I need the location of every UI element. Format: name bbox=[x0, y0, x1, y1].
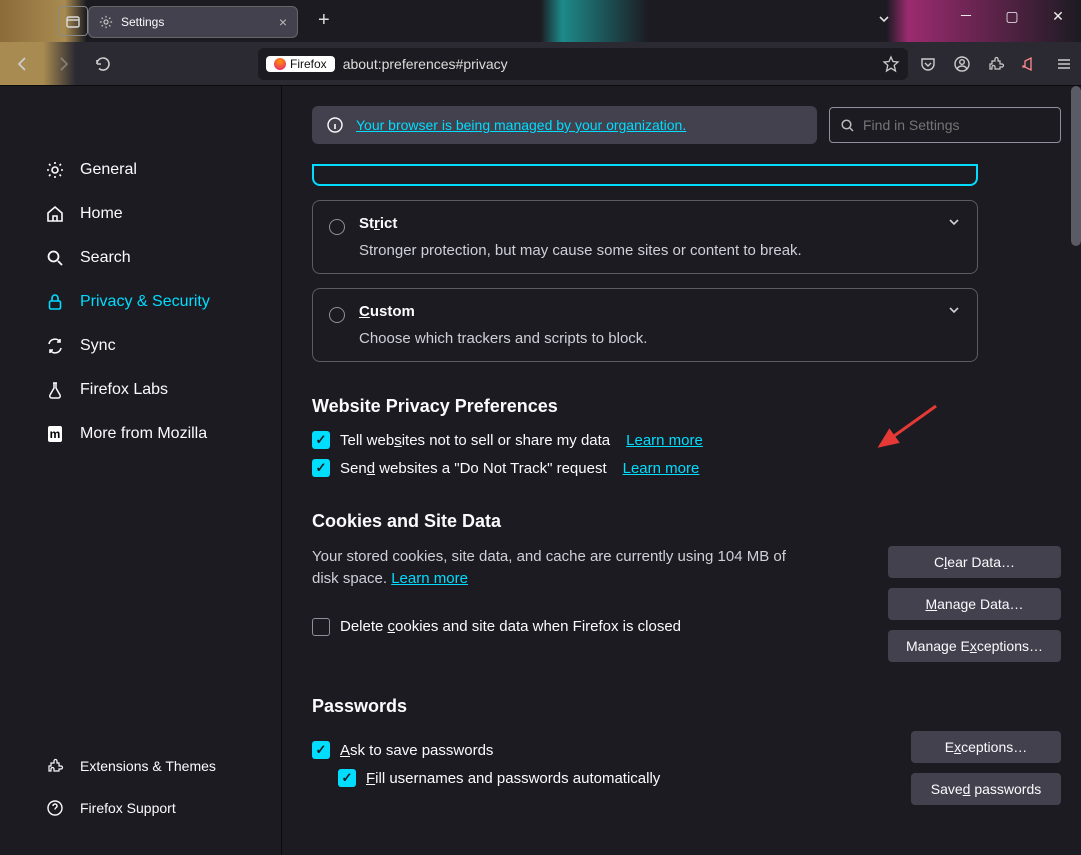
checkbox-label: Delete cookies and site data when Firefo… bbox=[340, 618, 681, 635]
sidebar-label: Home bbox=[80, 205, 123, 223]
chevron-down-icon[interactable] bbox=[947, 215, 961, 229]
url-input[interactable] bbox=[343, 56, 874, 72]
checkbox-label: Send websites a "Do Not Track" request bbox=[340, 460, 607, 477]
clock-arrow-icon bbox=[65, 13, 81, 29]
whatsnew-button[interactable] bbox=[1021, 55, 1039, 73]
identity-label: Firefox bbox=[290, 57, 327, 71]
checkbox-delete-on-close[interactable] bbox=[312, 618, 330, 636]
mozilla-icon: m bbox=[44, 426, 66, 442]
password-exceptions-button[interactable]: Exceptions… bbox=[911, 731, 1061, 763]
sidebar-item-labs[interactable]: Firefox Labs bbox=[30, 370, 281, 410]
settings-main: Your browser is being managed by your or… bbox=[282, 86, 1081, 855]
strict-desc: Stronger protection, but may cause some … bbox=[359, 242, 959, 259]
firefox-icon bbox=[274, 58, 286, 70]
sync-icon bbox=[44, 336, 66, 356]
recent-history-button[interactable] bbox=[58, 6, 88, 36]
lock-icon bbox=[44, 292, 66, 312]
cookies-heading: Cookies and Site Data bbox=[312, 511, 1061, 532]
new-tab-button[interactable]: + bbox=[318, 9, 330, 32]
sidebar-item-home[interactable]: Home bbox=[30, 194, 281, 234]
tracking-standard-card-bottom[interactable] bbox=[312, 164, 978, 186]
custom-title: Custom bbox=[359, 303, 959, 320]
sidebar-label: Privacy & Security bbox=[80, 293, 210, 311]
info-icon bbox=[326, 116, 344, 134]
sidebar-label: Firefox Labs bbox=[80, 381, 168, 399]
settings-sidebar: General Home Search Privacy & Security S… bbox=[0, 86, 282, 855]
learn-more-link[interactable]: Learn more bbox=[626, 432, 703, 449]
checkbox-label: Fill usernames and passwords automatical… bbox=[366, 770, 660, 787]
strict-title: Strict bbox=[359, 215, 959, 232]
sidebar-label: Extensions & Themes bbox=[80, 758, 216, 774]
tab-title: Settings bbox=[121, 15, 164, 29]
window-controls: － ▢ ✕ bbox=[943, 0, 1081, 32]
search-icon bbox=[44, 248, 66, 268]
manage-exceptions-button[interactable]: Manage Exceptions… bbox=[888, 630, 1061, 662]
back-button[interactable] bbox=[8, 49, 38, 79]
account-button[interactable] bbox=[953, 55, 971, 73]
checkbox-do-not-sell[interactable]: ✓ bbox=[312, 431, 330, 449]
tabs-dropdown-button[interactable] bbox=[877, 12, 891, 26]
identity-firefox-chip[interactable]: Firefox bbox=[266, 56, 335, 72]
titlebar: Settings × + － ▢ ✕ bbox=[0, 0, 1081, 42]
tab-close-button[interactable]: × bbox=[279, 14, 287, 30]
checkbox-label: Ask to save passwords bbox=[340, 742, 493, 759]
sidebar-label: Firefox Support bbox=[80, 800, 176, 816]
url-bar[interactable]: Firefox bbox=[258, 48, 908, 80]
radio-strict[interactable] bbox=[329, 219, 345, 235]
app-menu-button[interactable] bbox=[1055, 55, 1073, 73]
checkbox-ask-save-passwords[interactable]: ✓ bbox=[312, 741, 330, 759]
nav-toolbar: Firefox bbox=[0, 42, 1081, 86]
checkbox-autofill-passwords[interactable]: ✓ bbox=[338, 769, 356, 787]
sidebar-item-general[interactable]: General bbox=[30, 150, 281, 190]
puzzle-icon bbox=[44, 757, 66, 775]
settings-search-input[interactable] bbox=[863, 117, 1050, 133]
checkbox-do-not-track[interactable]: ✓ bbox=[312, 459, 330, 477]
wpp-heading: Website Privacy Preferences bbox=[312, 396, 1061, 417]
sidebar-item-privacy[interactable]: Privacy & Security bbox=[30, 282, 281, 322]
maximize-button[interactable]: ▢ bbox=[989, 0, 1035, 32]
pocket-button[interactable] bbox=[919, 55, 937, 73]
sidebar-label: Sync bbox=[80, 337, 116, 355]
gear-icon bbox=[99, 15, 113, 29]
minimize-button[interactable]: － bbox=[943, 0, 989, 32]
reload-button[interactable] bbox=[88, 49, 118, 79]
clear-data-button[interactable]: Clear Data… bbox=[888, 546, 1061, 578]
radio-custom[interactable] bbox=[329, 307, 345, 323]
settings-search[interactable] bbox=[829, 107, 1061, 143]
search-icon bbox=[840, 118, 855, 133]
org-managed-notice: Your browser is being managed by your or… bbox=[312, 106, 817, 144]
close-window-button[interactable]: ✕ bbox=[1035, 0, 1081, 32]
sidebar-item-support[interactable]: Firefox Support bbox=[30, 791, 251, 825]
manage-data-button[interactable]: Manage Data… bbox=[888, 588, 1061, 620]
sidebar-label: General bbox=[80, 161, 137, 179]
flask-icon bbox=[44, 380, 66, 400]
sidebar-label: More from Mozilla bbox=[80, 425, 207, 443]
sidebar-item-extensions[interactable]: Extensions & Themes bbox=[30, 749, 251, 783]
custom-desc: Choose which trackers and scripts to blo… bbox=[359, 330, 959, 347]
chevron-down-icon[interactable] bbox=[947, 303, 961, 317]
sidebar-item-search[interactable]: Search bbox=[30, 238, 281, 278]
saved-passwords-button[interactable]: Saved passwords bbox=[911, 773, 1061, 805]
help-icon bbox=[44, 799, 66, 817]
cookies-desc: Your stored cookies, site data, and cach… bbox=[312, 546, 812, 590]
learn-more-link[interactable]: Learn more bbox=[391, 570, 468, 587]
sidebar-label: Search bbox=[80, 249, 131, 267]
gear-icon bbox=[44, 160, 66, 180]
sidebar-item-sync[interactable]: Sync bbox=[30, 326, 281, 366]
forward-button[interactable] bbox=[48, 49, 78, 79]
tracking-strict-card[interactable]: Strict Stronger protection, but may caus… bbox=[312, 200, 978, 274]
sidebar-item-mozilla[interactable]: m More from Mozilla bbox=[30, 414, 281, 454]
checkbox-label: Tell websites not to sell or share my da… bbox=[340, 432, 610, 449]
home-icon bbox=[44, 204, 66, 224]
passwords-heading: Passwords bbox=[312, 696, 1061, 717]
tab-settings[interactable]: Settings × bbox=[88, 6, 298, 38]
tracking-custom-card[interactable]: Custom Choose which trackers and scripts… bbox=[312, 288, 978, 362]
org-managed-link[interactable]: Your browser is being managed by your or… bbox=[356, 117, 686, 133]
scrollbar-thumb[interactable] bbox=[1071, 86, 1081, 246]
bookmark-star-button[interactable] bbox=[882, 55, 900, 73]
extensions-button[interactable] bbox=[987, 55, 1005, 73]
learn-more-link[interactable]: Learn more bbox=[623, 460, 700, 477]
